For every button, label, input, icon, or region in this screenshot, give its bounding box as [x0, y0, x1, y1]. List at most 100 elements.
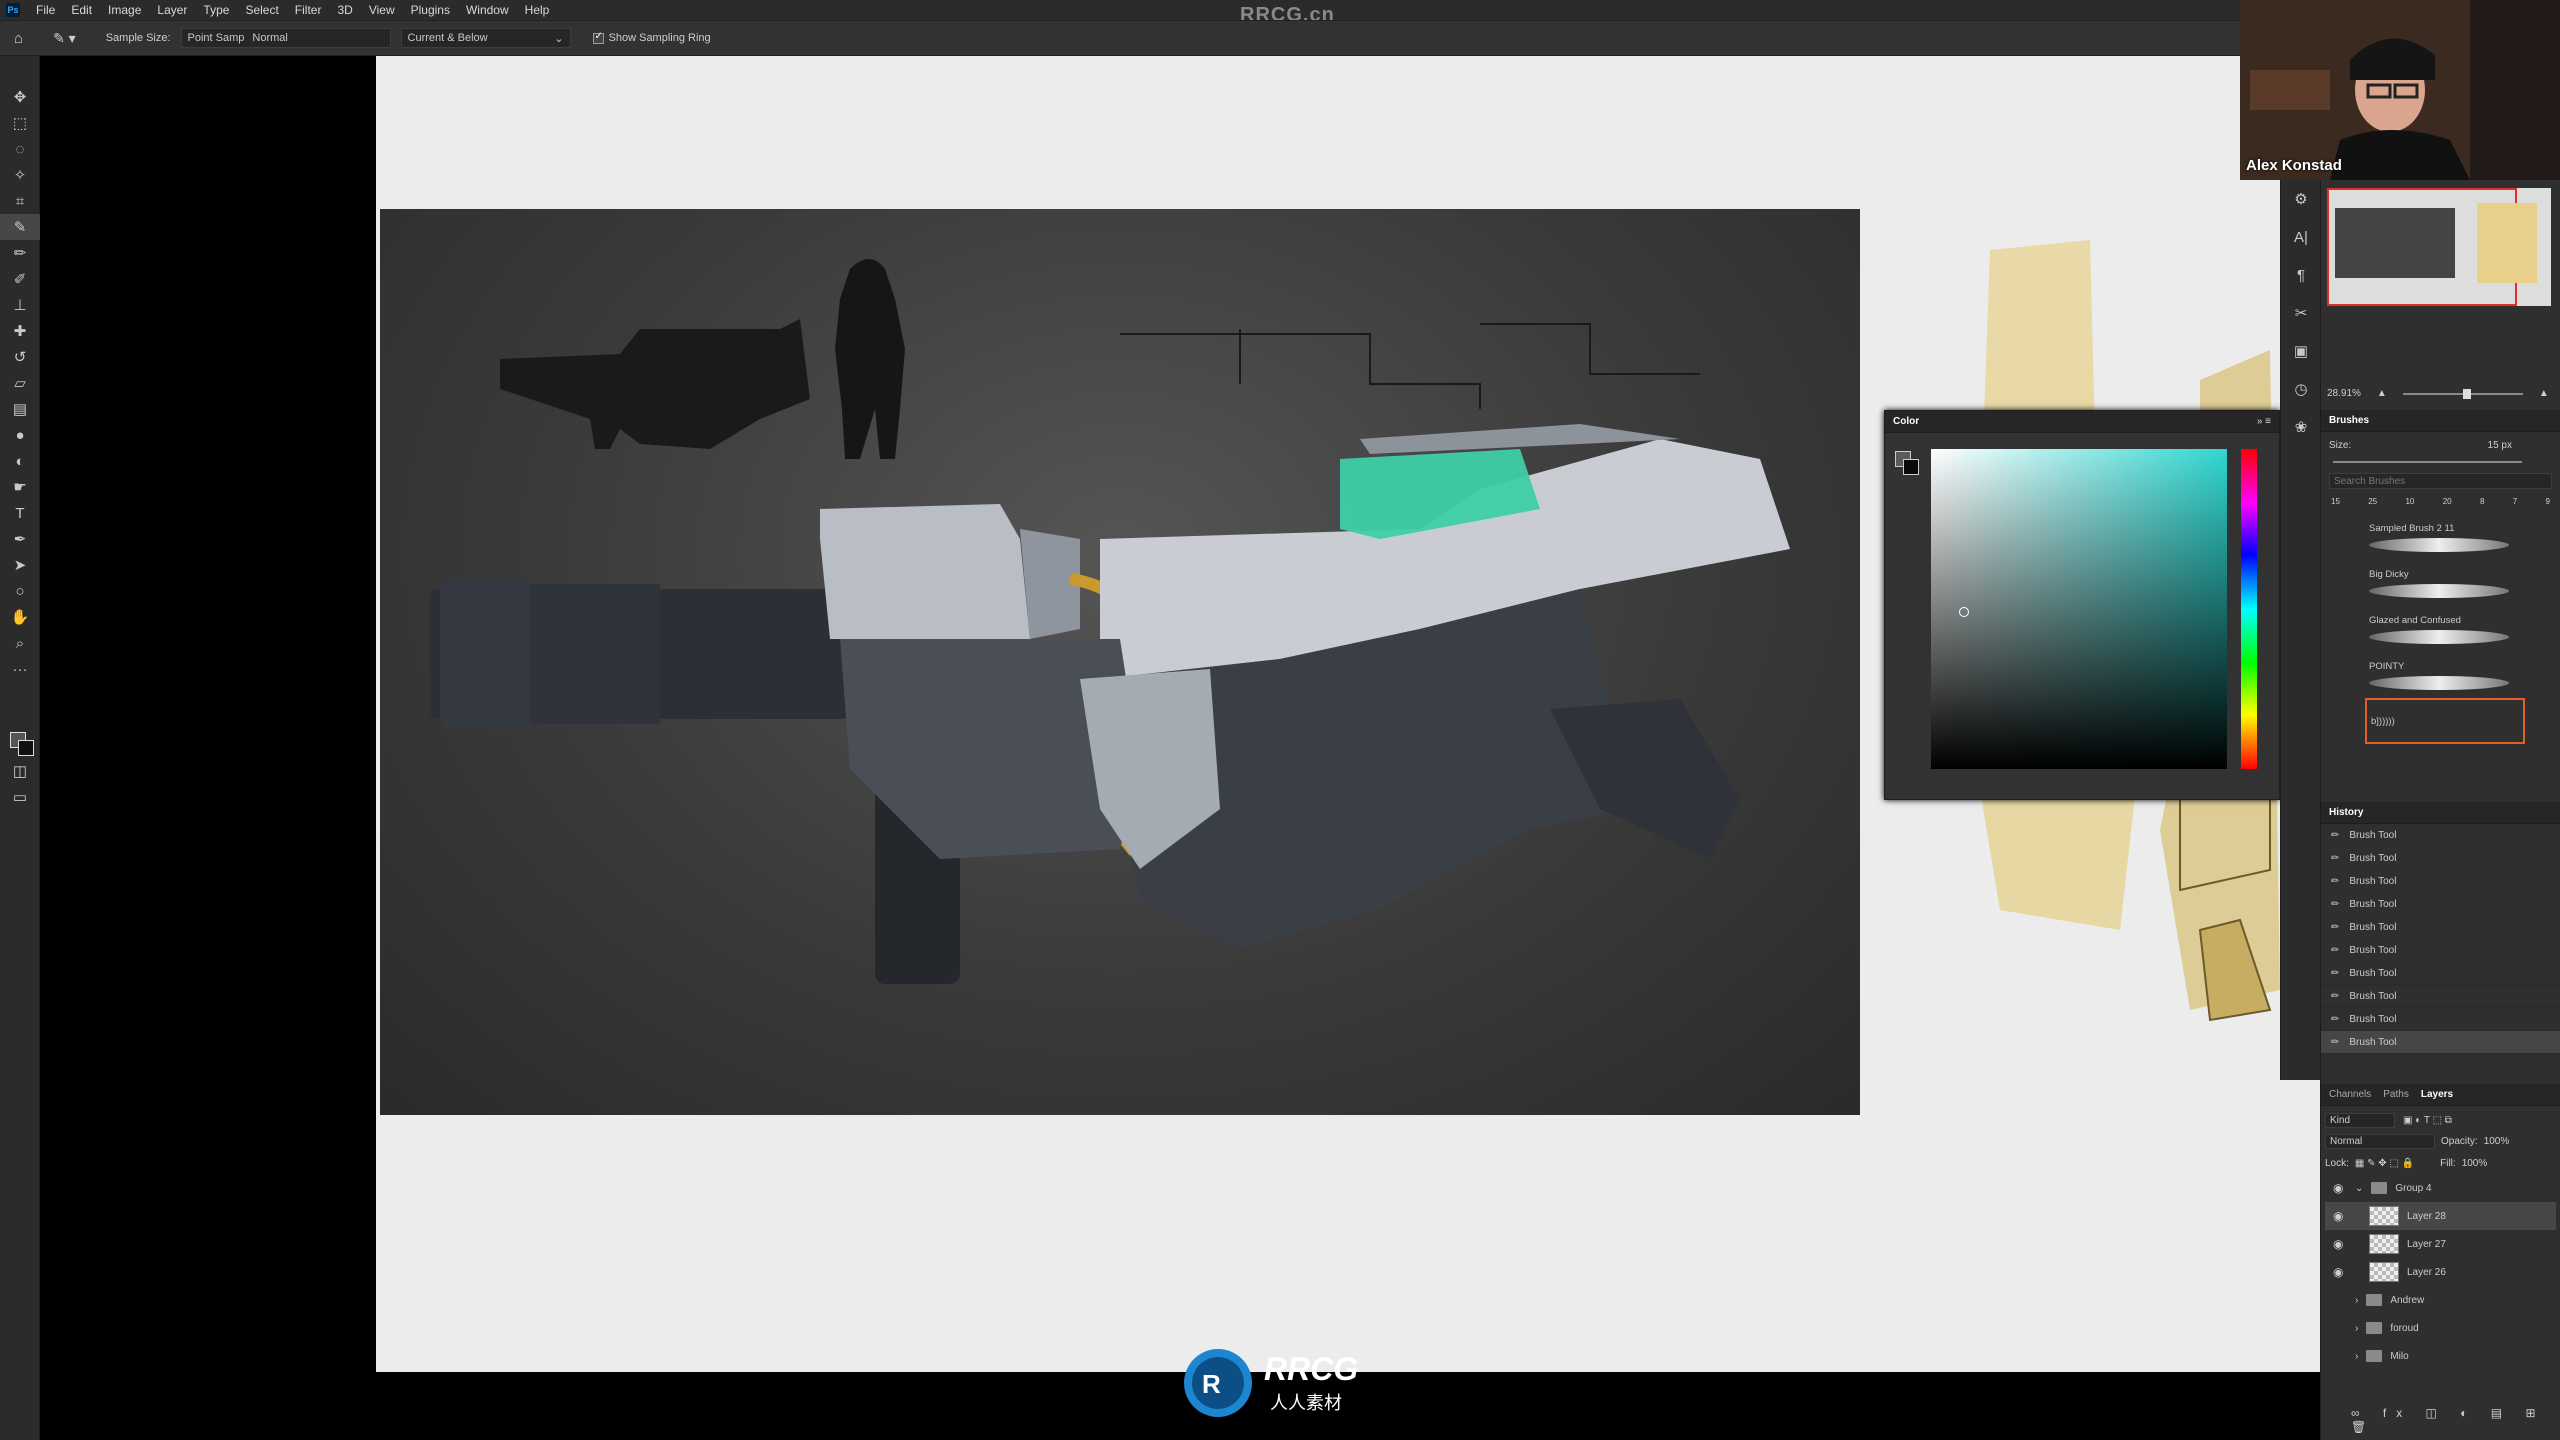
pen-icon[interactable]: ✒	[0, 526, 40, 552]
eyedropper-icon[interactable]: ✎	[0, 214, 40, 240]
weapon-concept-artboard[interactable]	[380, 209, 1860, 1115]
brush-item[interactable]: Sampled Brush 2 11	[2329, 514, 2552, 560]
move-icon[interactable]: ✥	[0, 84, 40, 110]
history-brush-icon[interactable]: ↺	[0, 344, 40, 370]
menu-image[interactable]: Image	[100, 3, 149, 17]
layer-group-row[interactable]: › Andrew	[2325, 1286, 2556, 1314]
opacity-value[interactable]: 100%	[2484, 1136, 2510, 1147]
eraser-icon[interactable]: ▱	[0, 370, 40, 396]
lock-icons[interactable]: ▦ ✎ ✥ ⬚ 🔒	[2355, 1158, 2414, 1169]
tab-paths[interactable]: Paths	[2383, 1089, 2409, 1100]
smudge-icon[interactable]: ☛	[0, 474, 40, 500]
brush-icon[interactable]: ✏	[0, 240, 40, 266]
brush-preset[interactable]: 7	[2513, 497, 2517, 506]
checkbox-icon[interactable]	[592, 31, 604, 44]
eye-icon[interactable]: ◉	[2333, 1237, 2347, 1251]
zoom-out-icon[interactable]: ▲	[2377, 388, 2387, 399]
clone-stamp-icon[interactable]: ⊥	[0, 292, 40, 318]
quick-mask-icon[interactable]: ◫	[0, 758, 40, 784]
fill-value[interactable]: 100%	[2462, 1158, 2488, 1169]
history-item[interactable]: ✏ Brush Tool	[2321, 893, 2560, 916]
zoom-icon[interactable]: ⌕	[0, 630, 40, 656]
sample-select[interactable]: Current & Below ⌄	[400, 28, 571, 48]
pencil-icon[interactable]: ✐	[0, 266, 40, 292]
eyedropper-preset-icon[interactable]: ✎ ▾	[53, 30, 76, 47]
brush-preset[interactable]: 25	[2368, 497, 2377, 506]
history-item[interactable]: ✏ Brush Tool	[2321, 985, 2560, 1008]
eye-icon[interactable]: ◉	[2333, 1209, 2347, 1223]
chevron-right-icon[interactable]: ›	[2355, 1323, 2358, 1334]
brush-preset[interactable]: 20	[2443, 497, 2452, 506]
brush-settings-icon[interactable]: ❀	[2281, 408, 2321, 446]
brush-preset[interactable]: 9	[2546, 497, 2550, 506]
layer-group-row[interactable]: ◉ ⌄ Group 4	[2325, 1174, 2556, 1202]
eye-icon[interactable]: ◉	[2333, 1181, 2347, 1195]
libraries-icon[interactable]: ▣	[2281, 332, 2321, 370]
properties-icon[interactable]: ⚙	[2281, 180, 2321, 218]
brush-search-input[interactable]: Search Brushes	[2329, 473, 2552, 489]
menu-select[interactable]: Select	[237, 3, 286, 17]
lasso-icon[interactable]: ◌	[0, 136, 40, 162]
menu-window[interactable]: Window	[458, 3, 517, 17]
menu-type[interactable]: Type	[195, 3, 237, 17]
color-picker-ring-icon[interactable]	[1959, 607, 1969, 617]
gradient-icon[interactable]: ▤	[0, 396, 40, 422]
screen-mode-icon[interactable]: ▭	[0, 784, 40, 810]
layer-group-row[interactable]: › Milo	[2325, 1342, 2556, 1370]
more-icon[interactable]: ···	[0, 656, 40, 682]
layer-row[interactable]: ◉ Layer 26	[2325, 1258, 2556, 1286]
sample-size-select[interactable]: Point Samp Normal	[180, 28, 391, 48]
history-item[interactable]: ✏ Brush Tool	[2321, 847, 2560, 870]
zoom-in-icon[interactable]: ▲	[2539, 388, 2549, 399]
collapse-icon[interactable]: » ≡	[2257, 416, 2271, 427]
navigator-preview[interactable]	[2327, 188, 2551, 306]
blur-icon[interactable]: ●	[0, 422, 40, 448]
brushes-tab[interactable]: Brushes	[2329, 415, 2369, 426]
crop-icon[interactable]: ⌗	[0, 188, 40, 214]
type-icon[interactable]: T	[0, 500, 40, 526]
brush-preset[interactable]: 8	[2480, 497, 2484, 506]
layer-row-selected[interactable]: ◉ Layer 28	[2325, 1202, 2556, 1230]
history-item[interactable]: ✏ Brush Tool	[2321, 824, 2560, 847]
layer-row[interactable]: ◉ Layer 27	[2325, 1230, 2556, 1258]
tools-preset-icon[interactable]: ✂	[2281, 294, 2321, 332]
history-item[interactable]: ✏ Brush Tool	[2321, 939, 2560, 962]
brush-item[interactable]: Big Dicky	[2329, 560, 2552, 606]
menu-plugins[interactable]: Plugins	[403, 3, 458, 17]
paragraph-icon[interactable]: ¶	[2281, 256, 2321, 294]
layers-footer-icons[interactable]: ∞ fx ◫ ◐ ▤ ⊞ 🗑	[2351, 1406, 2560, 1434]
home-icon[interactable]: ⌂	[14, 30, 23, 47]
marquee-icon[interactable]: ⬚	[0, 110, 40, 136]
eye-icon[interactable]: ◉	[2333, 1265, 2347, 1279]
ellipse-icon[interactable]: ○	[0, 578, 40, 604]
tab-channels[interactable]: Channels	[2329, 1089, 2371, 1100]
brush-item[interactable]: Glazed and Confused	[2329, 606, 2552, 652]
history-tab[interactable]: History	[2329, 807, 2363, 818]
history-panel-icon[interactable]: ◷	[2281, 370, 2321, 408]
history-item[interactable]: ✏ Brush Tool	[2321, 916, 2560, 939]
brush-item[interactable]: POINTY	[2329, 652, 2552, 698]
show-sampling-ring-checkbox[interactable]: Show Sampling Ring	[592, 31, 711, 44]
menu-help[interactable]: Help	[517, 3, 558, 17]
path-select-icon[interactable]: ➤	[0, 552, 40, 578]
layer-group-row[interactable]: › foroud	[2325, 1314, 2556, 1342]
menu-file[interactable]: File	[28, 3, 63, 17]
color-panel-title[interactable]: Color	[1893, 416, 1919, 427]
history-item[interactable]: ✏ Brush Tool	[2321, 1008, 2560, 1031]
chevron-down-icon[interactable]: ⌄	[2355, 1183, 2363, 1194]
hand-icon[interactable]: ✋	[0, 604, 40, 630]
brush-size-slider[interactable]	[2333, 461, 2522, 463]
menu-filter[interactable]: Filter	[287, 3, 330, 17]
tab-layers[interactable]: Layers	[2421, 1089, 2453, 1100]
brush-preset[interactable]: 15	[2331, 497, 2340, 506]
chevron-right-icon[interactable]: ›	[2355, 1295, 2358, 1306]
magic-wand-icon[interactable]: ✧	[0, 162, 40, 188]
hue-slider[interactable]	[2241, 449, 2257, 769]
brush-item-selected[interactable]: b])))))	[2365, 698, 2525, 744]
history-item[interactable]: ✏ Brush Tool	[2321, 870, 2560, 893]
menu-edit[interactable]: Edit	[63, 3, 100, 17]
background-swatch[interactable]	[1903, 459, 1919, 475]
brush-size-value[interactable]: 15 px	[2488, 440, 2512, 451]
healing-icon[interactable]: ✚	[0, 318, 40, 344]
background-color-swatch[interactable]	[18, 740, 34, 756]
